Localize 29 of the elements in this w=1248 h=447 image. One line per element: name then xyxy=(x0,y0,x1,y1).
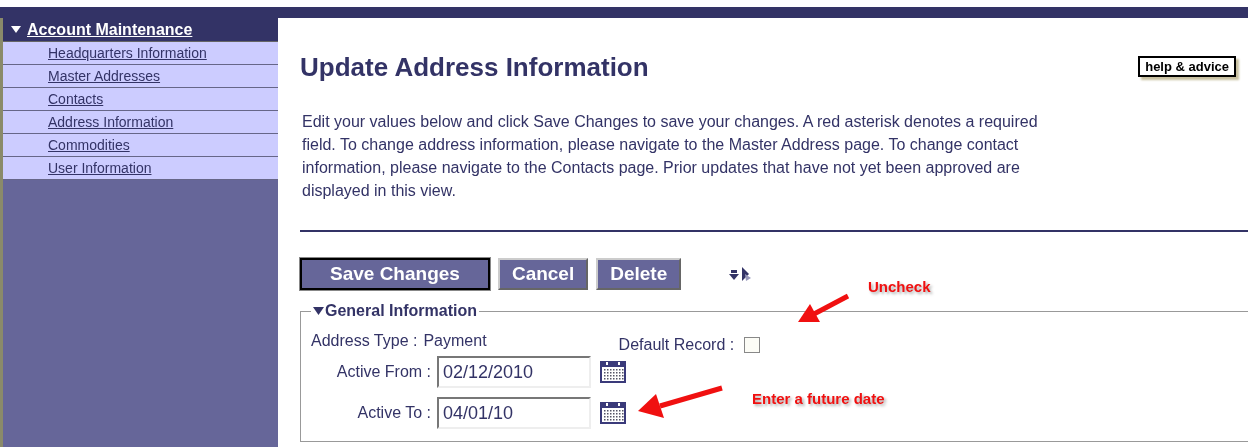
sidebar-link[interactable]: Contacts xyxy=(3,88,278,111)
annotation-text: Uncheck xyxy=(868,278,931,295)
action-button[interactable]: Cancel xyxy=(497,258,589,290)
sidebar-header[interactable]: Account Maintenance xyxy=(3,18,278,42)
calendar-icon[interactable] xyxy=(599,401,627,425)
calendar-icon[interactable] xyxy=(599,360,627,384)
action-button[interactable]: Delete xyxy=(596,258,682,290)
sidebar-link[interactable]: Address Information xyxy=(3,111,278,134)
section-legend: General Information xyxy=(325,302,478,320)
default-record-label: Default Record : xyxy=(618,336,735,354)
annotation-text: Enter a future date xyxy=(752,390,885,407)
triangle-down-icon[interactable] xyxy=(11,26,21,33)
page-title: Update Address Information xyxy=(300,52,649,83)
address-type-value: Payment xyxy=(423,332,487,350)
active-from-label: Active From : xyxy=(335,363,431,381)
sidebar-link[interactable]: Master Addresses xyxy=(3,65,278,88)
help-button[interactable]: help & advice xyxy=(1138,56,1236,77)
sidebar-link[interactable]: Commodities xyxy=(3,134,278,157)
intro-paragraph: Edit your values below and click Save Changes to save your changes. A red asterisk denotes a required field. To change address information, please navigate to the Master Address page. To change contact information, please navigate to the Contacts page. Prior updates that have not yet been approved are displayed in this view. xyxy=(302,112,1039,201)
action-button[interactable]: Save Changes xyxy=(300,258,490,290)
sidebar-header-link[interactable]: Account Maintenance xyxy=(27,20,193,39)
sidebar-link[interactable]: Headquarters Information xyxy=(3,42,278,65)
address-type-label: Address Type : xyxy=(311,332,418,350)
triangle-down-icon[interactable] xyxy=(313,307,324,315)
active-to-field[interactable]: 04/01/10 xyxy=(437,397,591,429)
active-to-label: Active To : xyxy=(356,404,431,422)
default-record-checkbox[interactable] xyxy=(744,337,761,353)
active-from-field[interactable]: 02/12/2010 xyxy=(437,356,591,388)
sidebar-link[interactable]: User Information xyxy=(3,157,278,180)
